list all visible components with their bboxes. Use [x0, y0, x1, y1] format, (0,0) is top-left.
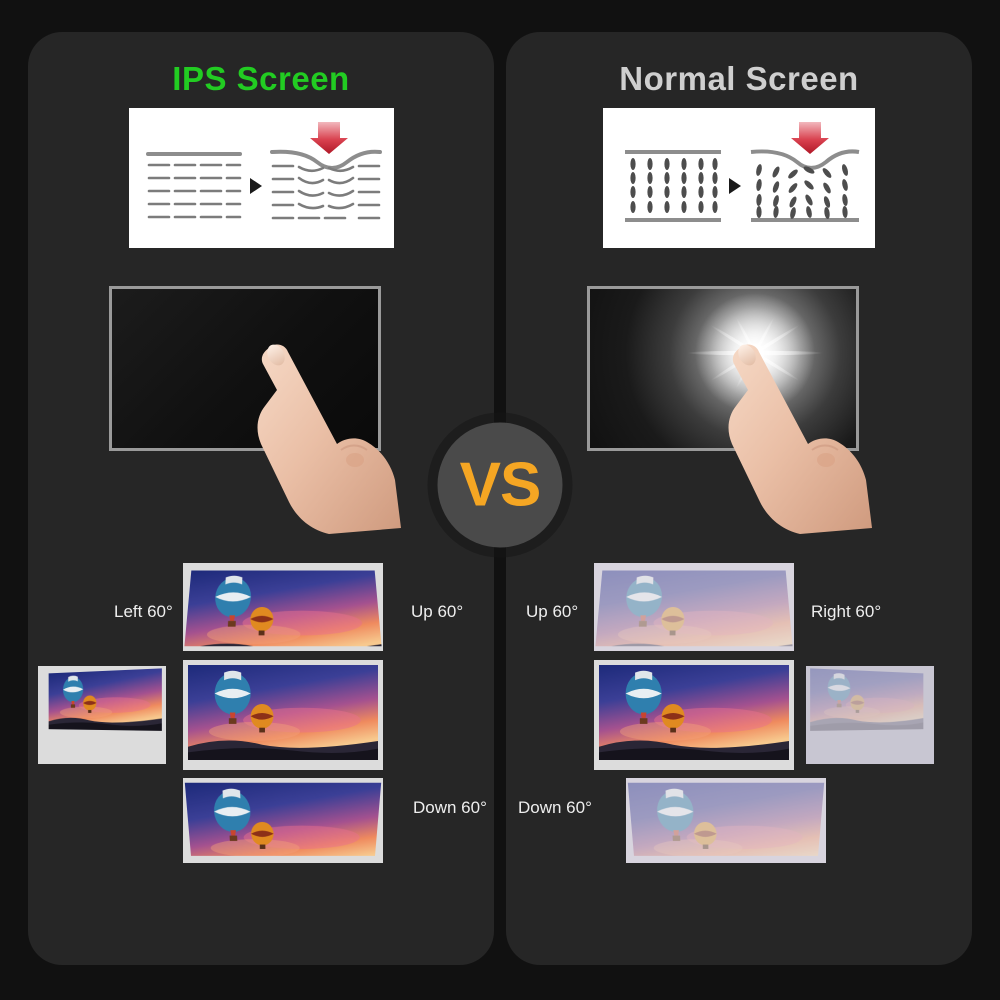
- balloon-scene-reference: [188, 665, 378, 760]
- balloon-scene-washed: [810, 668, 924, 731]
- pressure-arrow-icon: [791, 122, 829, 154]
- balloon-scene: [184, 570, 382, 647]
- vs-badge: VS: [437, 422, 563, 548]
- ips-crystal-svg: [146, 122, 382, 220]
- vs-label: VS: [459, 450, 542, 519]
- panel-normal-screen: Normal Screen Up 60° Right 60° Down 60°: [506, 32, 972, 965]
- angle-label-up: Up 60°: [526, 602, 579, 621]
- balloon-scene: [184, 782, 382, 856]
- normal-liquid-crystal-pressure-diagram: [603, 108, 875, 248]
- panel-title-normal: Normal Screen: [619, 59, 859, 97]
- ips-liquid-crystal-pressure-diagram: [128, 108, 394, 248]
- ips-angle-tile-down: [183, 778, 383, 863]
- progression-arrow-icon: [250, 178, 262, 194]
- normal-angle-tile-center: [594, 660, 794, 770]
- normal-angle-tile-down: [626, 778, 826, 863]
- normal-display-surface: [590, 289, 856, 448]
- angle-label-down: Down 60°: [518, 798, 592, 817]
- normal-display-panel: [587, 286, 859, 451]
- normal-angle-tile-up: [594, 563, 794, 651]
- ips-angle-tile-up: [183, 563, 383, 651]
- pressure-arrow-icon: [310, 122, 348, 154]
- normal-viewing-angles: Up 60° Right 60° Down 60°: [506, 558, 972, 868]
- pressure-bloom-starburst-icon: [686, 292, 823, 413]
- ips-display-panel: [109, 286, 381, 451]
- normal-crystal-svg: [625, 122, 860, 222]
- balloon-scene-washed: [627, 782, 825, 856]
- ips-angle-tile-center: [183, 660, 383, 770]
- angle-label-up: Up 60°: [411, 602, 464, 621]
- panel-ips-screen: IPS Screen Left 60° Up 60° Down 60°: [28, 32, 494, 965]
- angle-label-left: Left 60°: [114, 602, 173, 621]
- balloon-scene-reference: [599, 665, 789, 760]
- ips-viewing-angles: Left 60° Up 60° Down 60°: [28, 558, 494, 868]
- normal-touch-pressure-demo: [569, 280, 909, 534]
- angle-label-right: Right 60°: [811, 602, 882, 621]
- panel-title-ips: IPS Screen: [172, 59, 350, 97]
- progression-arrow-icon: [729, 178, 741, 194]
- normal-angle-tile-right: [806, 666, 934, 764]
- ips-touch-pressure-demo: [91, 280, 431, 534]
- ips-angle-tile-left: [38, 666, 166, 764]
- balloon-scene: [48, 668, 162, 731]
- balloon-scene-washed: [595, 570, 793, 647]
- angle-label-down: Down 60°: [413, 798, 487, 817]
- ips-display-surface: [112, 289, 378, 448]
